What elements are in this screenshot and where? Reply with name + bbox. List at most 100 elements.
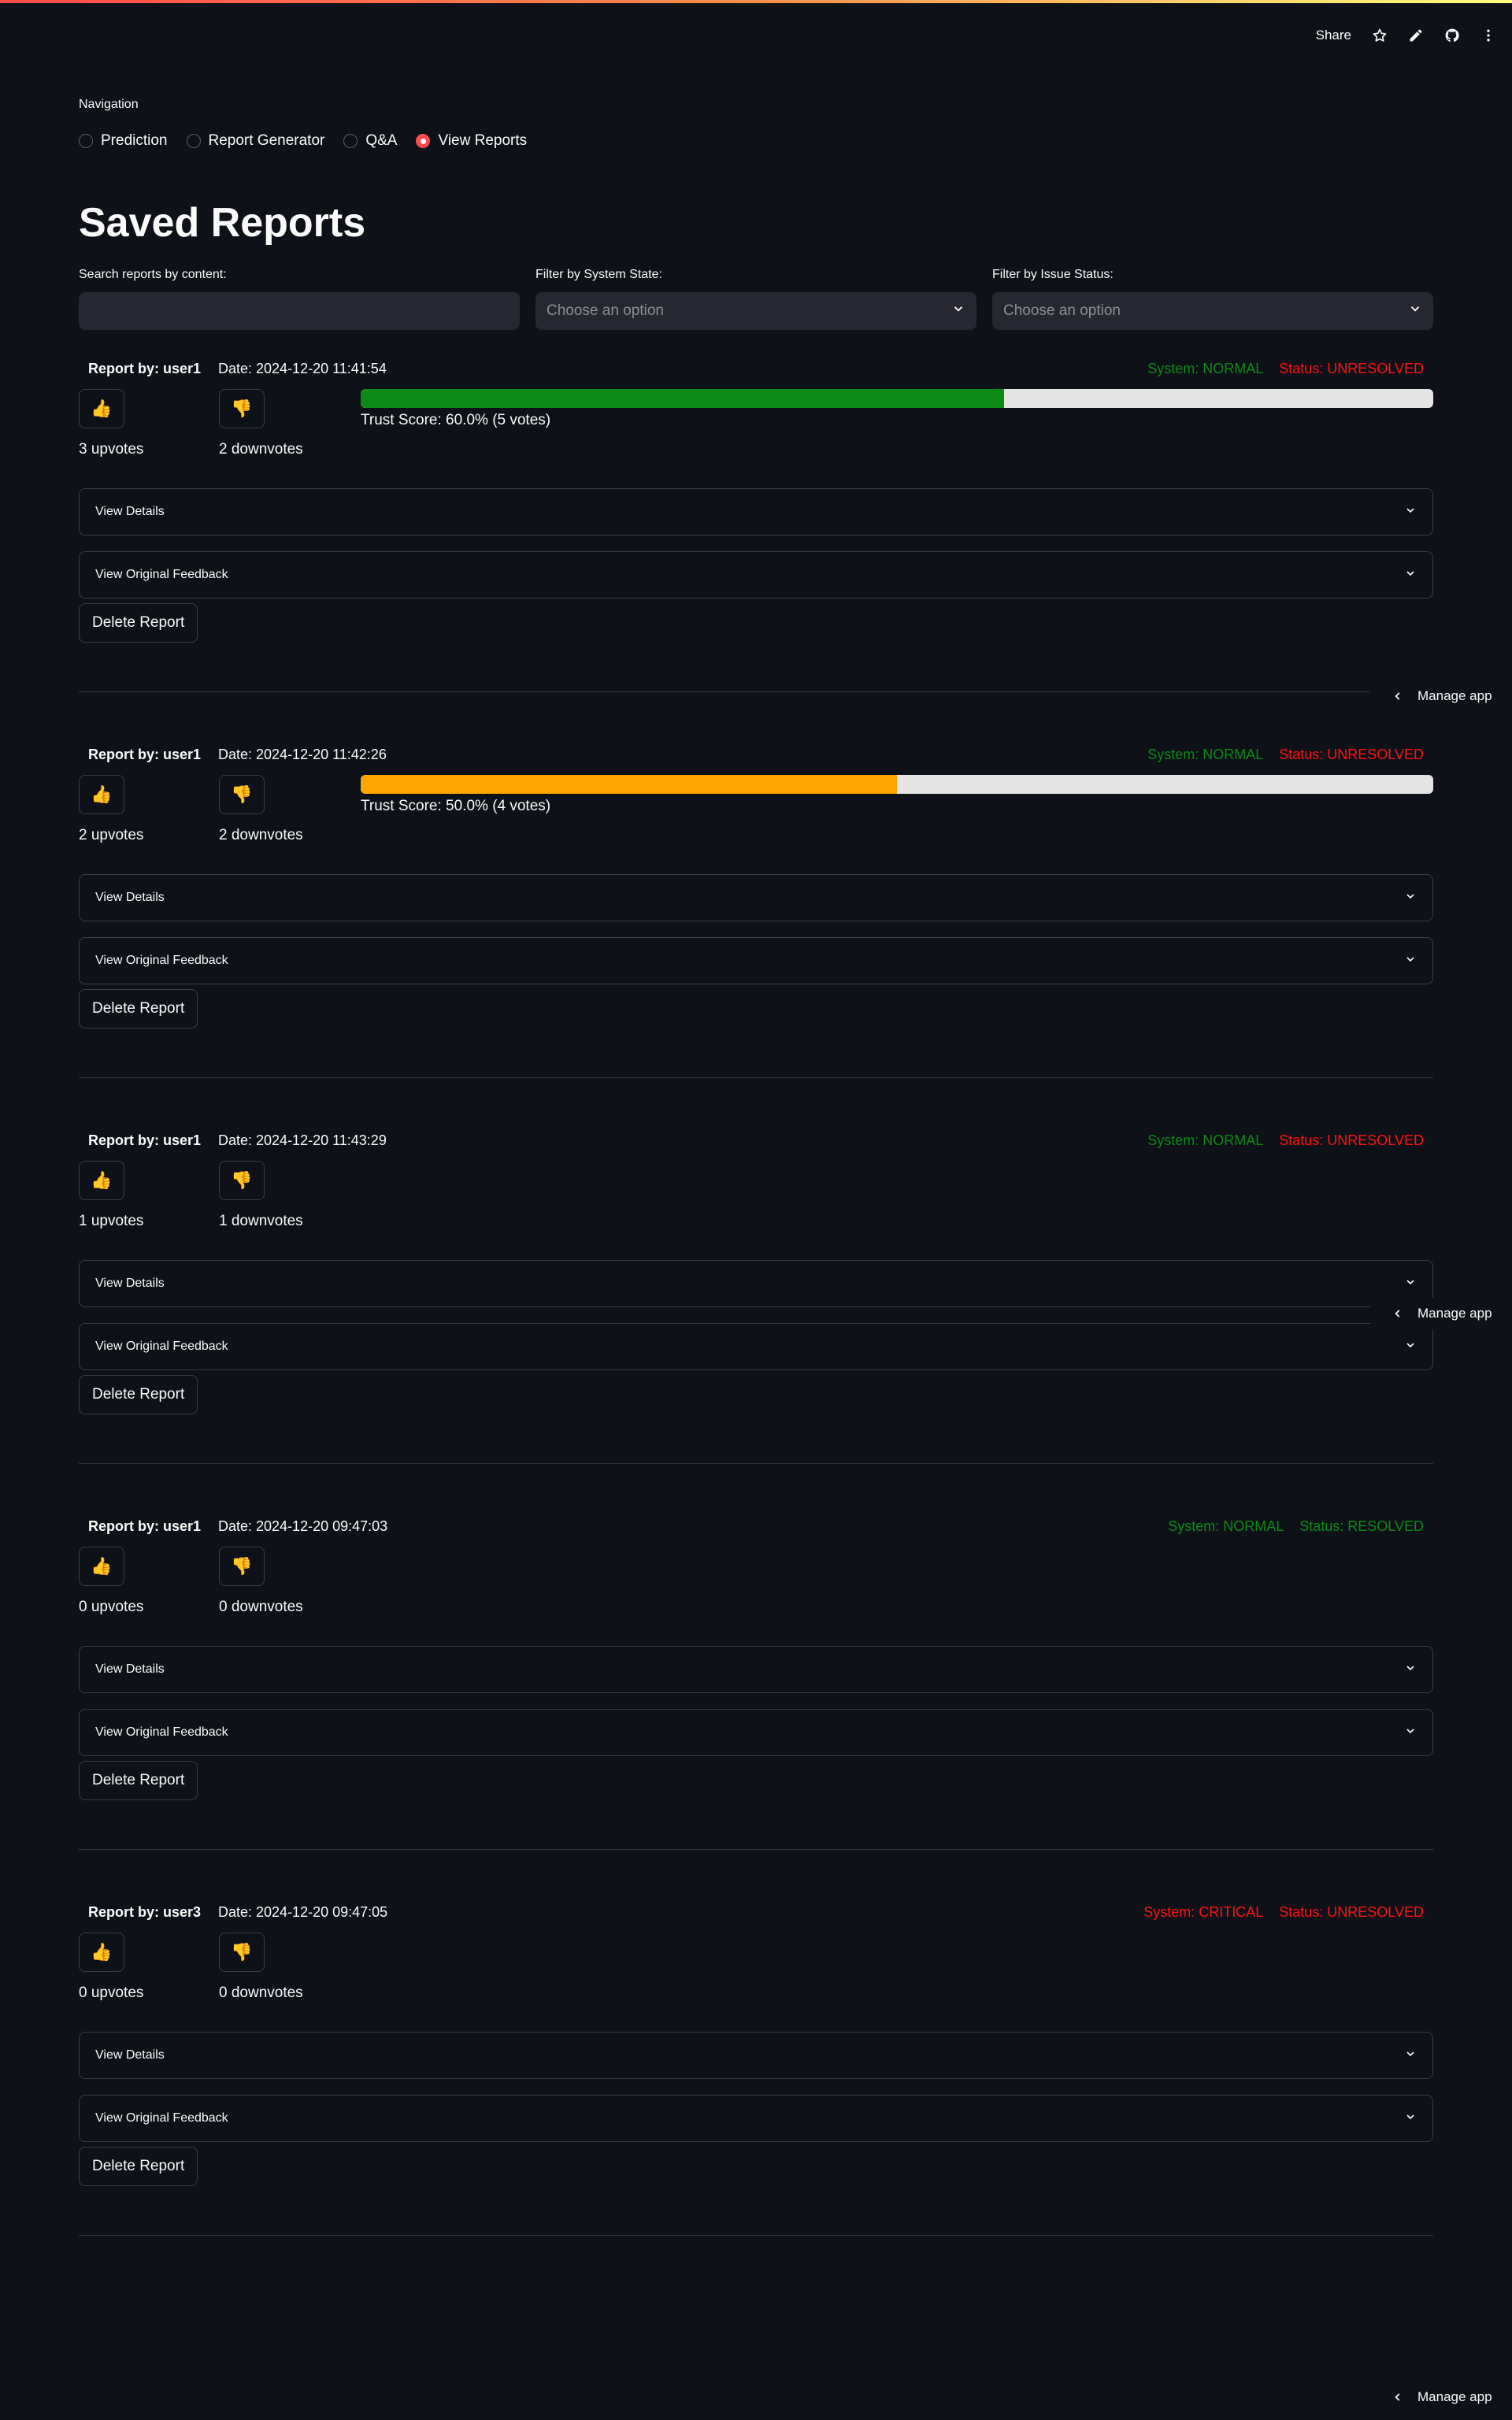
view-details-expander[interactable]: View Details: [79, 874, 1433, 921]
system-state-label: Filter by System State:: [536, 268, 662, 281]
downvote-button[interactable]: 👎: [219, 1547, 265, 1586]
nav-option-label: View Reports: [438, 132, 528, 149]
chevron-down-icon: [1404, 1662, 1417, 1678]
downvote-button[interactable]: 👎: [219, 1161, 265, 1200]
view-feedback-expander[interactable]: View Original Feedback: [79, 1323, 1433, 1370]
chevron-down-icon: [1404, 567, 1417, 584]
navigation-radio-group: Prediction Report Generator Q&A View Rep…: [79, 132, 527, 150]
report-header: Report by: user3 Date: 2024-12-20 09:47:0…: [88, 1904, 1424, 1923]
thumbs-down-icon: 👎: [231, 398, 253, 418]
upvote-count: 3 upvotes: [79, 441, 144, 458]
chevron-down-icon: [1408, 302, 1422, 321]
delete-report-button[interactable]: Delete Report: [79, 1761, 198, 1800]
downvote-button[interactable]: 👎: [219, 775, 265, 814]
upvote-button[interactable]: 👍: [79, 1161, 124, 1200]
trust-progress-bar: [361, 775, 1433, 794]
report-card: Report by: user3 Date: 2024-12-20 09:47:0…: [79, 1904, 1433, 2290]
report-status-group: System: NORMAL Status: UNRESOLVED: [1147, 747, 1424, 763]
downvote-count: 2 downvotes: [219, 441, 303, 458]
manage-app-label: Manage app: [1418, 2389, 1492, 2404]
delete-report-button[interactable]: Delete Report: [79, 603, 198, 643]
report-author: Report by: user3: [88, 1904, 202, 1920]
issue-status-select[interactable]: Choose an option: [992, 292, 1433, 330]
star-icon[interactable]: [1372, 28, 1388, 43]
view-details-expander[interactable]: View Details: [79, 2032, 1433, 2079]
chevron-down-icon: [1404, 890, 1417, 906]
report-divider: [79, 691, 1433, 692]
issue-status-badge: Status: UNRESOLVED: [1279, 361, 1424, 376]
issue-status-label: Filter by Issue Status:: [992, 268, 1114, 281]
system-state-filter: Filter by System State: Choose an option: [536, 268, 976, 330]
expander-label: View Details: [95, 1277, 165, 1290]
report-divider: [79, 2235, 1433, 2236]
view-details-expander[interactable]: View Details: [79, 488, 1433, 536]
upvote-count: 2 upvotes: [79, 827, 144, 843]
chevron-left-icon: [1395, 1310, 1400, 1317]
trust-score: Trust Score: 60.0% (5 votes): [361, 389, 1433, 429]
downvote-button[interactable]: 👎: [219, 389, 265, 428]
view-feedback-expander[interactable]: View Original Feedback: [79, 937, 1433, 984]
system-state-select[interactable]: Choose an option: [536, 292, 976, 330]
report-date: Date: 2024-12-20 11:42:26: [218, 747, 387, 762]
report-card: Report by: user1 Date: 2024-12-20 09:47:0…: [79, 1518, 1433, 1904]
app-toolbar: Share: [1316, 24, 1496, 47]
delete-report-button[interactable]: Delete Report: [79, 1375, 198, 1414]
manage-app-button[interactable]: Manage app: [1370, 680, 1512, 712]
report-date: Date: 2024-12-20 11:43:29: [218, 1132, 387, 1148]
manage-app-button[interactable]: Manage app: [1370, 2381, 1512, 2413]
system-state-badge: System: NORMAL: [1147, 1132, 1264, 1148]
more-vertical-icon[interactable]: [1480, 28, 1496, 43]
thumbs-down-icon: 👎: [231, 1942, 253, 1962]
trust-progress-fill: [361, 775, 897, 794]
expander-label: View Original Feedback: [95, 954, 228, 967]
thumbs-down-icon: 👎: [231, 784, 253, 804]
search-input[interactable]: [79, 292, 520, 330]
view-details-expander[interactable]: View Details: [79, 1260, 1433, 1307]
view-feedback-expander[interactable]: View Original Feedback: [79, 2095, 1433, 2142]
manage-app-label: Manage app: [1418, 1306, 1492, 1321]
trust-score-text: Trust Score: 60.0% (5 votes): [361, 412, 551, 428]
upvote-button[interactable]: 👍: [79, 1933, 124, 1972]
delete-report-button[interactable]: Delete Report: [79, 989, 198, 1028]
issue-status-badge: Status: UNRESOLVED: [1279, 1132, 1424, 1148]
nav-option-prediction[interactable]: Prediction: [79, 132, 168, 150]
issue-status-badge: Status: UNRESOLVED: [1279, 1904, 1424, 1920]
thumbs-up-icon: 👍: [91, 1556, 113, 1576]
view-feedback-expander[interactable]: View Original Feedback: [79, 1709, 1433, 1756]
expander-label: View Details: [95, 2048, 165, 2062]
report-status-group: System: NORMAL Status: UNRESOLVED: [1147, 361, 1424, 377]
nav-option-report-generator[interactable]: Report Generator: [186, 132, 324, 150]
chevron-down-icon: [1404, 2111, 1417, 2127]
nav-option-view-reports[interactable]: View Reports: [416, 132, 527, 150]
trust-score: Trust Score: 50.0% (4 votes): [361, 775, 1433, 815]
upvote-button[interactable]: 👍: [79, 775, 124, 814]
expander-label: View Original Feedback: [95, 2111, 228, 2125]
report-status-group: System: CRITICAL Status: UNRESOLVED: [1143, 1904, 1424, 1921]
expander-label: View Original Feedback: [95, 1725, 228, 1739]
share-button[interactable]: Share: [1316, 28, 1351, 43]
system-state-badge: System: CRITICAL: [1143, 1904, 1264, 1920]
manage-app-button[interactable]: Manage app: [1370, 1298, 1512, 1329]
nav-option-label: Q&A: [365, 132, 398, 149]
issue-status-placeholder: Choose an option: [1003, 302, 1121, 319]
downvote-button[interactable]: 👎: [219, 1933, 265, 1972]
report-date: Date: 2024-12-20 09:47:05: [218, 1904, 388, 1920]
view-feedback-expander[interactable]: View Original Feedback: [79, 551, 1433, 599]
delete-report-button[interactable]: Delete Report: [79, 2147, 198, 2186]
upvote-button[interactable]: 👍: [79, 1547, 124, 1586]
upvote-count: 1 upvotes: [79, 1213, 144, 1229]
downvote-count: 1 downvotes: [219, 1213, 303, 1229]
upvote-button[interactable]: 👍: [79, 389, 124, 428]
downvote-count: 0 downvotes: [219, 1599, 303, 1615]
report-status-group: System: NORMAL Status: UNRESOLVED: [1147, 1132, 1424, 1149]
expander-label: View Original Feedback: [95, 568, 228, 581]
pencil-icon[interactable]: [1408, 28, 1424, 43]
github-icon[interactable]: [1444, 28, 1460, 43]
filters-row: Search reports by content: Filter by Sys…: [79, 268, 1433, 330]
report-author: Report by: user1: [88, 747, 202, 762]
report-header: Report by: user1 Date: 2024-12-20 11:43:2…: [88, 1132, 1424, 1151]
nav-option-qa[interactable]: Q&A: [343, 132, 397, 150]
upvote-count: 0 upvotes: [79, 1599, 144, 1615]
chevron-down-icon: [1404, 1339, 1417, 1355]
view-details-expander[interactable]: View Details: [79, 1646, 1433, 1693]
